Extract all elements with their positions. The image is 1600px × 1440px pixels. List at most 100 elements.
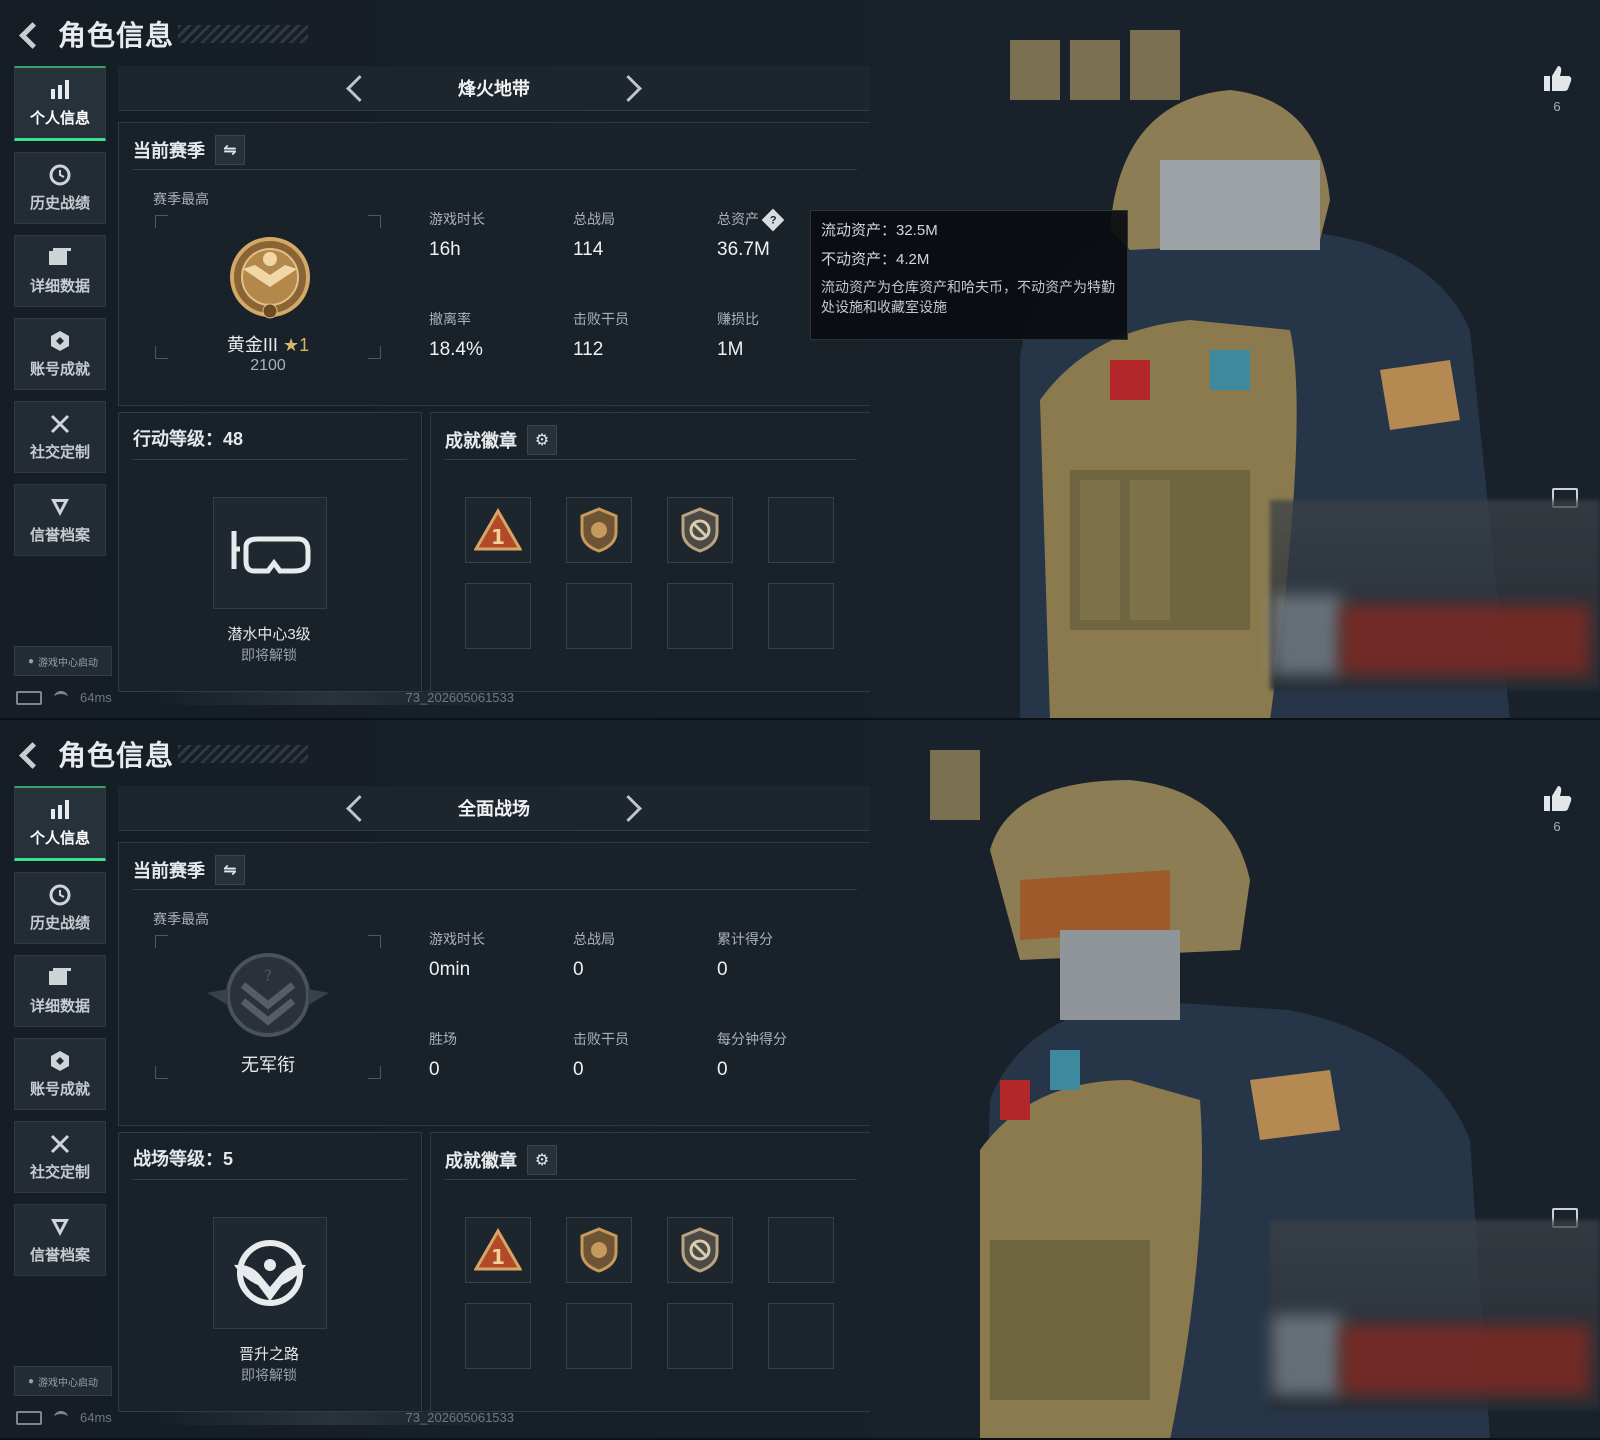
reputation-icon xyxy=(47,496,73,518)
rank-name: 无军衔 xyxy=(241,1055,295,1075)
back-arrow-icon[interactable] xyxy=(14,19,44,49)
badge-settings-gear-icon[interactable]: ⚙ xyxy=(527,425,557,455)
folder-icon xyxy=(47,247,73,269)
tooltip-fixed: 不动资产：4.2M xyxy=(821,251,930,268)
stat-value: 16h xyxy=(429,239,461,260)
empty-badge-slot[interactable] xyxy=(667,1303,733,1369)
mode-name: 全面战场 xyxy=(458,799,530,819)
stat-playtime: 游戏时长 16h xyxy=(429,209,569,261)
bronze-shield-badge-icon xyxy=(580,1227,618,1273)
badge-slot[interactable] xyxy=(566,497,632,563)
screen-extraction-mode: 角色信息 个人信息 历史战绩 详细数据 账号成就 社交定制 信誉档案 ● 游戏中… xyxy=(0,0,1600,720)
build-version: 73_202605061533 xyxy=(150,690,514,705)
sidebar-label: 信誉档案 xyxy=(29,1246,90,1264)
sidebar-item-details[interactable]: 详细数据 xyxy=(14,235,106,307)
divider xyxy=(133,169,857,170)
prev-mode-arrow-icon[interactable] xyxy=(346,74,373,102)
tools-icon xyxy=(47,1133,73,1155)
stat-value: 0 xyxy=(573,1059,584,1080)
empty-badge-slot[interactable] xyxy=(566,1303,632,1369)
sidebar-item-personal-info[interactable]: 个人信息 xyxy=(14,66,106,141)
empty-badge-slot[interactable] xyxy=(768,1217,834,1283)
stat-label: 总战局 xyxy=(573,211,615,227)
level-reward-lock: 即将解锁 xyxy=(241,1367,297,1383)
next-mode-arrow-icon[interactable] xyxy=(615,74,642,102)
achievement-icon xyxy=(47,330,73,352)
sidebar-item-social[interactable]: 社交定制 xyxy=(14,1121,106,1193)
status-bar: 64ms xyxy=(16,1410,112,1425)
level-reward-slot[interactable] xyxy=(213,1217,327,1329)
sidebar-item-history[interactable]: 历史战绩 xyxy=(14,152,106,224)
blurred-region xyxy=(1340,605,1590,675)
back-arrow-icon[interactable] xyxy=(14,739,44,769)
season-best-label: 赛季最高 xyxy=(153,191,209,207)
battery-icon xyxy=(16,1410,42,1425)
stat-value: 0min xyxy=(429,959,471,980)
season-title: 当前赛季 xyxy=(133,861,205,881)
sidebar-item-reputation[interactable]: 信誉档案 xyxy=(14,484,106,556)
launcher-label: 游戏中心启动 xyxy=(38,1377,99,1389)
season-header: 当前赛季 ⇋ xyxy=(133,135,245,165)
badge-slot[interactable] xyxy=(667,1217,733,1283)
badge-slot[interactable]: 1 xyxy=(465,497,531,563)
empty-badge-slot[interactable] xyxy=(768,1303,834,1369)
battery-icon xyxy=(16,690,42,705)
stat-value: 112 xyxy=(573,339,604,360)
sidebar-item-details[interactable]: 详细数据 xyxy=(14,955,106,1027)
stat-value: 0 xyxy=(573,959,584,980)
game-center-launch-badge[interactable]: ● 游戏中心启动 xyxy=(14,646,112,676)
empty-badge-slot[interactable] xyxy=(768,497,834,563)
badge-slot[interactable] xyxy=(667,497,733,563)
sidebar-item-social[interactable]: 社交定制 xyxy=(14,401,106,473)
mode-name: 烽火地带 xyxy=(458,79,530,99)
like-button[interactable]: 6 xyxy=(1540,784,1574,834)
help-icon[interactable]: ? xyxy=(761,208,785,232)
bar-chart-icon xyxy=(47,79,73,101)
empty-badge-slot[interactable] xyxy=(566,583,632,649)
blurred-region xyxy=(1272,595,1342,675)
swap-season-button[interactable]: ⇋ xyxy=(215,855,245,885)
history-clock-icon xyxy=(47,884,73,906)
sidebar-item-history[interactable]: 历史战绩 xyxy=(14,872,106,944)
build-version: 73_202605061533 xyxy=(150,1410,514,1425)
badge-slot[interactable] xyxy=(566,1217,632,1283)
warning-1-badge-icon: 1 xyxy=(474,508,522,551)
empty-badge-slot[interactable] xyxy=(667,583,733,649)
sidebar: 个人信息 历史战绩 详细数据 账号成就 社交定制 信誉档案 xyxy=(14,786,106,1287)
svg-text:1: 1 xyxy=(491,1245,505,1269)
season-panel: 当前赛季 ⇋ 赛季最高 黄金III ★1 2100 游戏时长 16h 总战局 1… xyxy=(118,122,872,406)
tooltip-description: 流动资产为仓库资产和哈夫币，不动资产为特勤处设施和收藏室设施 xyxy=(821,279,1115,315)
assets-tooltip: 流动资产：32.5M 不动资产：4.2M 流动资产为仓库资产和哈夫币，不动资产为… xyxy=(810,210,1128,340)
blurred-region xyxy=(1272,1315,1342,1395)
level-reward-slot[interactable] xyxy=(213,497,327,609)
stat-kills: 击败干员 112 xyxy=(573,309,713,361)
sidebar-item-reputation[interactable]: 信誉档案 xyxy=(14,1204,106,1276)
svg-text:1: 1 xyxy=(491,525,505,549)
empty-badge-slot[interactable] xyxy=(768,583,834,649)
sidebar-item-achievements[interactable]: 账号成就 xyxy=(14,1038,106,1110)
stat-total-matches: 总战局 114 xyxy=(573,209,713,261)
achievement-icon xyxy=(47,1050,73,1072)
stat-label: 击败干员 xyxy=(573,1031,629,1047)
like-button[interactable]: 6 xyxy=(1540,64,1574,114)
history-clock-icon xyxy=(47,164,73,186)
badge-settings-gear-icon[interactable]: ⚙ xyxy=(527,1145,557,1175)
rank-stars: ★1 xyxy=(282,335,310,355)
sidebar-item-personal-info[interactable]: 个人信息 xyxy=(14,786,106,861)
game-center-launch-badge[interactable]: ● 游戏中心启动 xyxy=(14,1366,112,1396)
empty-badge-slot[interactable] xyxy=(465,1303,531,1369)
unranked-chevron-icon: ? xyxy=(207,953,329,1037)
stat-label: 游戏时长 xyxy=(429,211,485,227)
sidebar-item-achievements[interactable]: 账号成就 xyxy=(14,318,106,390)
swap-season-button[interactable]: ⇋ xyxy=(215,135,245,165)
title-bar: 角色信息 xyxy=(14,14,309,54)
badge-slot[interactable]: 1 xyxy=(465,1217,531,1283)
wifi-icon xyxy=(54,691,68,704)
svg-text:?: ? xyxy=(264,966,273,985)
stat-extraction-rate: 撤离率 18.4% xyxy=(429,309,569,361)
stat-label: 胜场 xyxy=(429,1031,457,1047)
blurred-region xyxy=(1340,1325,1590,1395)
next-mode-arrow-icon[interactable] xyxy=(615,794,642,822)
empty-badge-slot[interactable] xyxy=(465,583,531,649)
prev-mode-arrow-icon[interactable] xyxy=(346,794,373,822)
